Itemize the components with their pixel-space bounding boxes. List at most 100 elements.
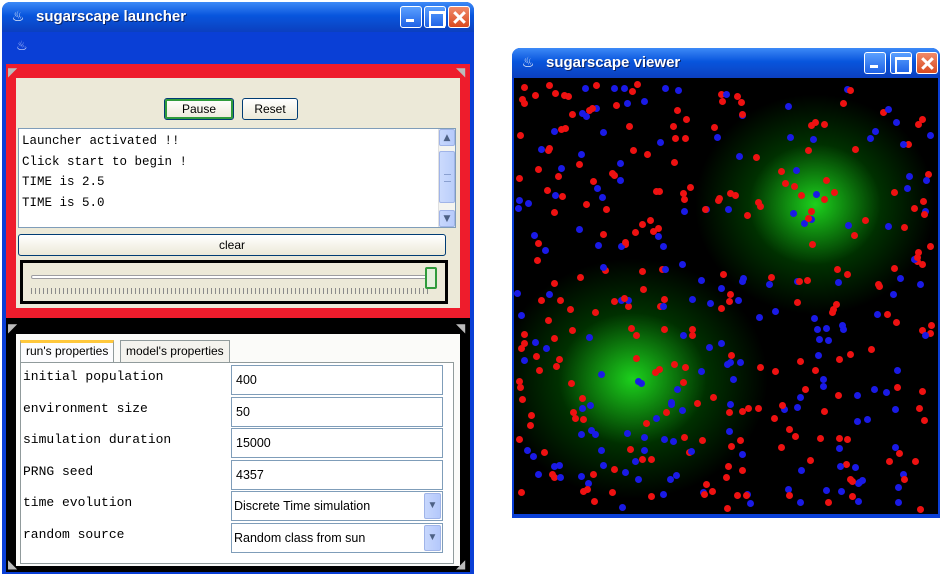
agent-dot xyxy=(737,437,744,444)
property-label: random source xyxy=(23,526,125,542)
agent-dot xyxy=(823,325,830,332)
agent-dot xyxy=(753,154,760,161)
initial-population-field[interactable]: 400 xyxy=(231,365,443,395)
time-evolution-select[interactable]: Discrete Time simulation ▼ xyxy=(231,491,443,521)
select-value: Random class from sun xyxy=(234,530,366,545)
agent-dot xyxy=(912,458,919,465)
java-icon: ♨ xyxy=(16,39,28,54)
agent-dot xyxy=(538,146,545,153)
sugarscape-canvas[interactable] xyxy=(514,78,938,514)
minimize-button[interactable] xyxy=(864,52,886,74)
agent-dot xyxy=(802,386,809,393)
agent-dot xyxy=(771,415,778,422)
agent-dot xyxy=(694,400,701,407)
close-icon xyxy=(917,53,937,73)
agent-dot xyxy=(915,121,922,128)
agent-dot xyxy=(518,489,525,496)
tab-runs-properties[interactable]: run's properties xyxy=(20,340,115,362)
agent-dot xyxy=(557,297,564,304)
scroll-thumb[interactable] xyxy=(439,151,455,203)
agent-dot xyxy=(716,195,723,202)
agent-dot xyxy=(707,300,714,307)
agent-dot xyxy=(728,443,735,450)
agent-dot xyxy=(598,371,605,378)
agent-dot xyxy=(590,178,597,185)
clear-button[interactable]: clear xyxy=(18,234,446,256)
speed-slider[interactable] xyxy=(23,263,445,301)
resize-corner: ◤ xyxy=(8,65,18,79)
agent-dot xyxy=(660,303,667,310)
simulation-duration-field[interactable]: 15000 xyxy=(231,428,443,458)
pause-button[interactable]: Pause xyxy=(164,98,234,120)
random-source-select[interactable]: Random class from sun ▼ xyxy=(231,522,443,553)
agent-dot xyxy=(779,402,786,409)
maximize-button[interactable] xyxy=(424,6,446,28)
minimize-icon xyxy=(865,53,885,73)
agent-dot xyxy=(894,384,901,391)
java-icon: ♨ xyxy=(521,55,535,71)
tab-models-properties[interactable]: model's properties xyxy=(120,340,230,362)
agent-dot xyxy=(851,232,858,239)
slider-knob[interactable] xyxy=(425,267,437,289)
agent-dot xyxy=(518,312,525,319)
agent-dot xyxy=(546,145,553,152)
log-text: Launcher activated !! Click start to beg… xyxy=(22,131,187,213)
agent-dot xyxy=(698,277,705,284)
resize-corner: ◤ xyxy=(8,321,18,335)
maximize-button[interactable] xyxy=(890,52,912,74)
agent-dot xyxy=(562,125,569,132)
agent-dot xyxy=(820,383,827,390)
agent-dot xyxy=(714,134,721,141)
reset-button[interactable]: Reset xyxy=(242,98,298,120)
agent-dot xyxy=(772,368,779,375)
agent-dot xyxy=(837,463,844,470)
scroll-up-icon[interactable]: ▲ xyxy=(439,129,455,146)
agent-dot xyxy=(793,167,800,174)
slider-ticks xyxy=(31,288,431,294)
agent-dot xyxy=(864,416,871,423)
dropdown-arrow-icon[interactable]: ▼ xyxy=(424,493,441,519)
agent-dot xyxy=(661,326,668,333)
log-textarea[interactable]: Launcher activated !! Click start to beg… xyxy=(18,128,456,228)
scroll-down-icon[interactable]: ▼ xyxy=(439,210,455,227)
agent-dot xyxy=(797,358,804,365)
properties-panel: run's properties model's properties init… xyxy=(16,334,460,566)
agent-dot xyxy=(778,444,785,451)
agent-dot xyxy=(624,100,631,107)
viewer-titlebar[interactable]: ♨ sugarscape viewer xyxy=(512,48,940,78)
environment-size-field[interactable]: 50 xyxy=(231,396,443,427)
agent-dot xyxy=(569,327,576,334)
agent-dot xyxy=(600,231,607,238)
agent-dot xyxy=(584,486,591,493)
agent-dot xyxy=(839,322,846,329)
agent-dot xyxy=(591,498,598,505)
log-scrollbar[interactable]: ▲ ▼ xyxy=(438,129,455,227)
agent-dot xyxy=(594,185,601,192)
launcher-titlebar[interactable]: ♨ sugarscape launcher xyxy=(2,2,474,32)
agent-dot xyxy=(778,168,785,175)
agent-dot xyxy=(533,353,540,360)
agent-dot xyxy=(648,493,655,500)
agent-dot xyxy=(901,224,908,231)
agent-dot xyxy=(635,476,642,483)
agent-dot xyxy=(625,303,632,310)
agent-dot xyxy=(718,305,725,312)
agent-dot xyxy=(519,96,526,103)
agent-dot xyxy=(670,438,677,445)
agent-dot xyxy=(516,436,523,443)
dropdown-arrow-icon[interactable]: ▼ xyxy=(424,524,441,551)
agent-dot xyxy=(862,217,869,224)
agent-dot xyxy=(555,173,562,180)
close-button[interactable] xyxy=(916,52,938,74)
agent-dot xyxy=(544,187,551,194)
prng-seed-field[interactable]: 4357 xyxy=(231,459,443,490)
minimize-button[interactable] xyxy=(400,6,422,28)
close-button[interactable] xyxy=(448,6,470,28)
agent-dot xyxy=(906,173,913,180)
agent-dot xyxy=(641,98,648,105)
agent-dot xyxy=(766,281,773,288)
agent-dot xyxy=(559,193,566,200)
agent-dot xyxy=(894,367,901,374)
agent-dot xyxy=(580,416,587,423)
agent-dot xyxy=(639,456,646,463)
